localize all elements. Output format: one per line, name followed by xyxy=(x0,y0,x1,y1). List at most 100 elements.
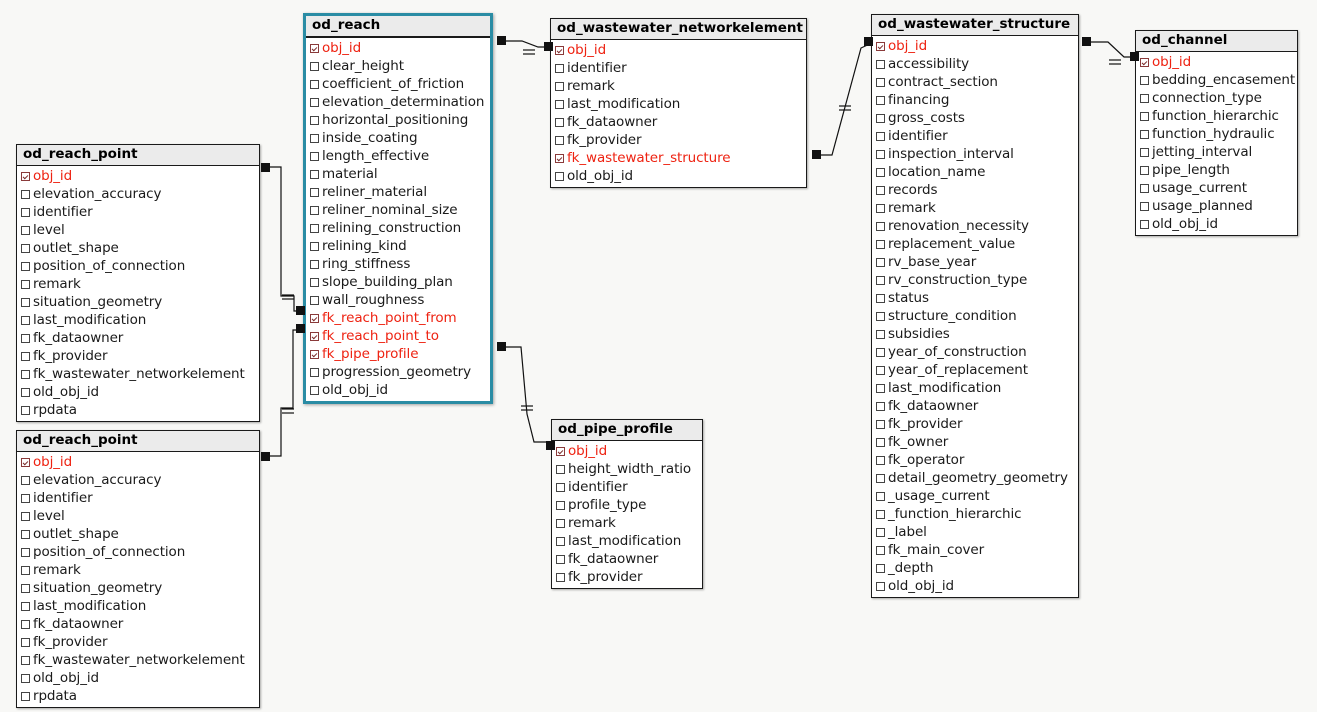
entity-od_channel[interactable]: od_channel obj_id bedding_encasement connec… xyxy=(1135,30,1298,236)
field-row[interactable]: accessibility xyxy=(872,55,1078,73)
field-checkbox-icon[interactable] xyxy=(555,171,564,181)
field-checkbox-icon[interactable] xyxy=(21,673,30,683)
key-checkbox-icon[interactable] xyxy=(310,349,319,359)
field-checkbox-icon[interactable] xyxy=(876,401,885,411)
field-row[interactable]: identifier xyxy=(17,203,259,221)
field-row[interactable]: relining_construction xyxy=(306,219,490,237)
field-checkbox-icon[interactable] xyxy=(1140,219,1149,229)
field-row[interactable]: rpdata xyxy=(17,687,259,705)
field-row[interactable]: bedding_encasement xyxy=(1136,71,1297,89)
field-row[interactable]: fk_reach_point_to xyxy=(306,327,490,345)
field-row[interactable]: remark xyxy=(552,514,702,532)
field-checkbox-icon[interactable] xyxy=(876,455,885,465)
port-reach-obj-id-right[interactable] xyxy=(497,36,506,45)
port-reach-point-1-obj-id[interactable] xyxy=(261,163,270,172)
key-checkbox-icon[interactable] xyxy=(21,457,30,467)
field-row[interactable]: remark xyxy=(17,561,259,579)
field-checkbox-icon[interactable] xyxy=(310,169,319,179)
field-row[interactable]: contract_section xyxy=(872,73,1078,91)
field-checkbox-icon[interactable] xyxy=(876,347,885,357)
field-row[interactable]: old_obj_id xyxy=(872,577,1078,595)
field-checkbox-icon[interactable] xyxy=(1140,183,1149,193)
field-checkbox-icon[interactable] xyxy=(876,149,885,159)
field-row[interactable]: profile_type xyxy=(552,496,702,514)
field-row[interactable]: remark xyxy=(872,199,1078,217)
field-checkbox-icon[interactable] xyxy=(876,59,885,69)
field-checkbox-icon[interactable] xyxy=(21,261,30,271)
entity-od_pipe_profile[interactable]: od_pipe_profile obj_id height_width_ratio i… xyxy=(551,419,703,589)
field-row[interactable]: clear_height xyxy=(306,57,490,75)
field-checkbox-icon[interactable] xyxy=(876,473,885,483)
field-row[interactable]: fk_dataowner xyxy=(17,329,259,347)
field-checkbox-icon[interactable] xyxy=(556,500,565,510)
field-row[interactable]: year_of_construction xyxy=(872,343,1078,361)
field-checkbox-icon[interactable] xyxy=(876,221,885,231)
field-checkbox-icon[interactable] xyxy=(21,405,30,415)
field-row[interactable]: subsidies xyxy=(872,325,1078,343)
entity-od_reach_point_2[interactable]: od_reach_point obj_id elevation_accuracy id… xyxy=(16,430,260,708)
field-row[interactable]: last_modification xyxy=(17,311,259,329)
field-row[interactable]: rv_construction_type xyxy=(872,271,1078,289)
field-row[interactable]: outlet_shape xyxy=(17,239,259,257)
field-row[interactable]: fk_reach_point_from xyxy=(306,309,490,327)
entity-od_wastewater_networkelement[interactable]: od_wastewater_networkelement obj_id identi… xyxy=(550,18,807,188)
field-row[interactable]: replacement_value xyxy=(872,235,1078,253)
field-row[interactable]: relining_kind xyxy=(306,237,490,255)
field-row[interactable]: wall_roughness xyxy=(306,291,490,309)
field-row[interactable]: fk_provider xyxy=(551,131,806,149)
field-row[interactable]: inside_coating xyxy=(306,129,490,147)
port-structure-obj-id-left[interactable] xyxy=(864,37,873,46)
field-row[interactable]: ring_stiffness xyxy=(306,255,490,273)
field-checkbox-icon[interactable] xyxy=(1140,165,1149,175)
field-checkbox-icon[interactable] xyxy=(556,518,565,528)
field-checkbox-icon[interactable] xyxy=(21,333,30,343)
field-row[interactable]: position_of_connection xyxy=(17,257,259,275)
port-structure-obj-id-right[interactable] xyxy=(1082,37,1091,46)
field-checkbox-icon[interactable] xyxy=(555,135,564,145)
field-row[interactable]: material xyxy=(306,165,490,183)
field-row[interactable]: _label xyxy=(872,523,1078,541)
field-checkbox-icon[interactable] xyxy=(1140,93,1149,103)
field-checkbox-icon[interactable] xyxy=(876,275,885,285)
field-checkbox-icon[interactable] xyxy=(876,509,885,519)
key-checkbox-icon[interactable] xyxy=(310,331,319,341)
field-checkbox-icon[interactable] xyxy=(21,387,30,397)
field-checkbox-icon[interactable] xyxy=(21,351,30,361)
field-row[interactable]: function_hierarchic xyxy=(1136,107,1297,125)
field-checkbox-icon[interactable] xyxy=(876,293,885,303)
port-reach-point-2-obj-id[interactable] xyxy=(261,452,270,461)
field-checkbox-icon[interactable] xyxy=(310,241,319,251)
field-row[interactable]: fk_pipe_profile xyxy=(306,345,490,363)
field-row[interactable]: rv_base_year xyxy=(872,253,1078,271)
field-row[interactable]: records xyxy=(872,181,1078,199)
field-row[interactable]: identifier xyxy=(17,489,259,507)
field-checkbox-icon[interactable] xyxy=(1140,129,1149,139)
key-checkbox-icon[interactable] xyxy=(876,41,885,51)
field-row[interactable]: _function_hierarchic xyxy=(872,505,1078,523)
field-row[interactable]: last_modification xyxy=(551,95,806,113)
field-checkbox-icon[interactable] xyxy=(310,79,319,89)
field-row[interactable]: last_modification xyxy=(552,532,702,550)
field-checkbox-icon[interactable] xyxy=(556,482,565,492)
field-row[interactable]: fk_dataowner xyxy=(552,550,702,568)
field-row[interactable]: jetting_interval xyxy=(1136,143,1297,161)
field-checkbox-icon[interactable] xyxy=(310,367,319,377)
field-checkbox-icon[interactable] xyxy=(1140,111,1149,121)
field-checkbox-icon[interactable] xyxy=(876,329,885,339)
field-checkbox-icon[interactable] xyxy=(310,115,319,125)
field-row[interactable]: usage_current xyxy=(1136,179,1297,197)
key-checkbox-icon[interactable] xyxy=(1140,57,1149,67)
field-row[interactable]: elevation_accuracy xyxy=(17,185,259,203)
field-checkbox-icon[interactable] xyxy=(876,131,885,141)
field-row[interactable]: fk_provider xyxy=(552,568,702,586)
field-checkbox-icon[interactable] xyxy=(876,581,885,591)
field-checkbox-icon[interactable] xyxy=(310,205,319,215)
field-checkbox-icon[interactable] xyxy=(876,203,885,213)
field-row[interactable]: obj_id xyxy=(306,39,490,57)
key-checkbox-icon[interactable] xyxy=(555,45,564,55)
entity-od_wastewater_structure[interactable]: od_wastewater_structure obj_id accessibili… xyxy=(871,14,1079,598)
field-row[interactable]: detail_geometry_geometry xyxy=(872,469,1078,487)
port-networkelement-obj-id[interactable] xyxy=(544,42,553,51)
field-checkbox-icon[interactable] xyxy=(310,223,319,233)
field-checkbox-icon[interactable] xyxy=(876,545,885,555)
